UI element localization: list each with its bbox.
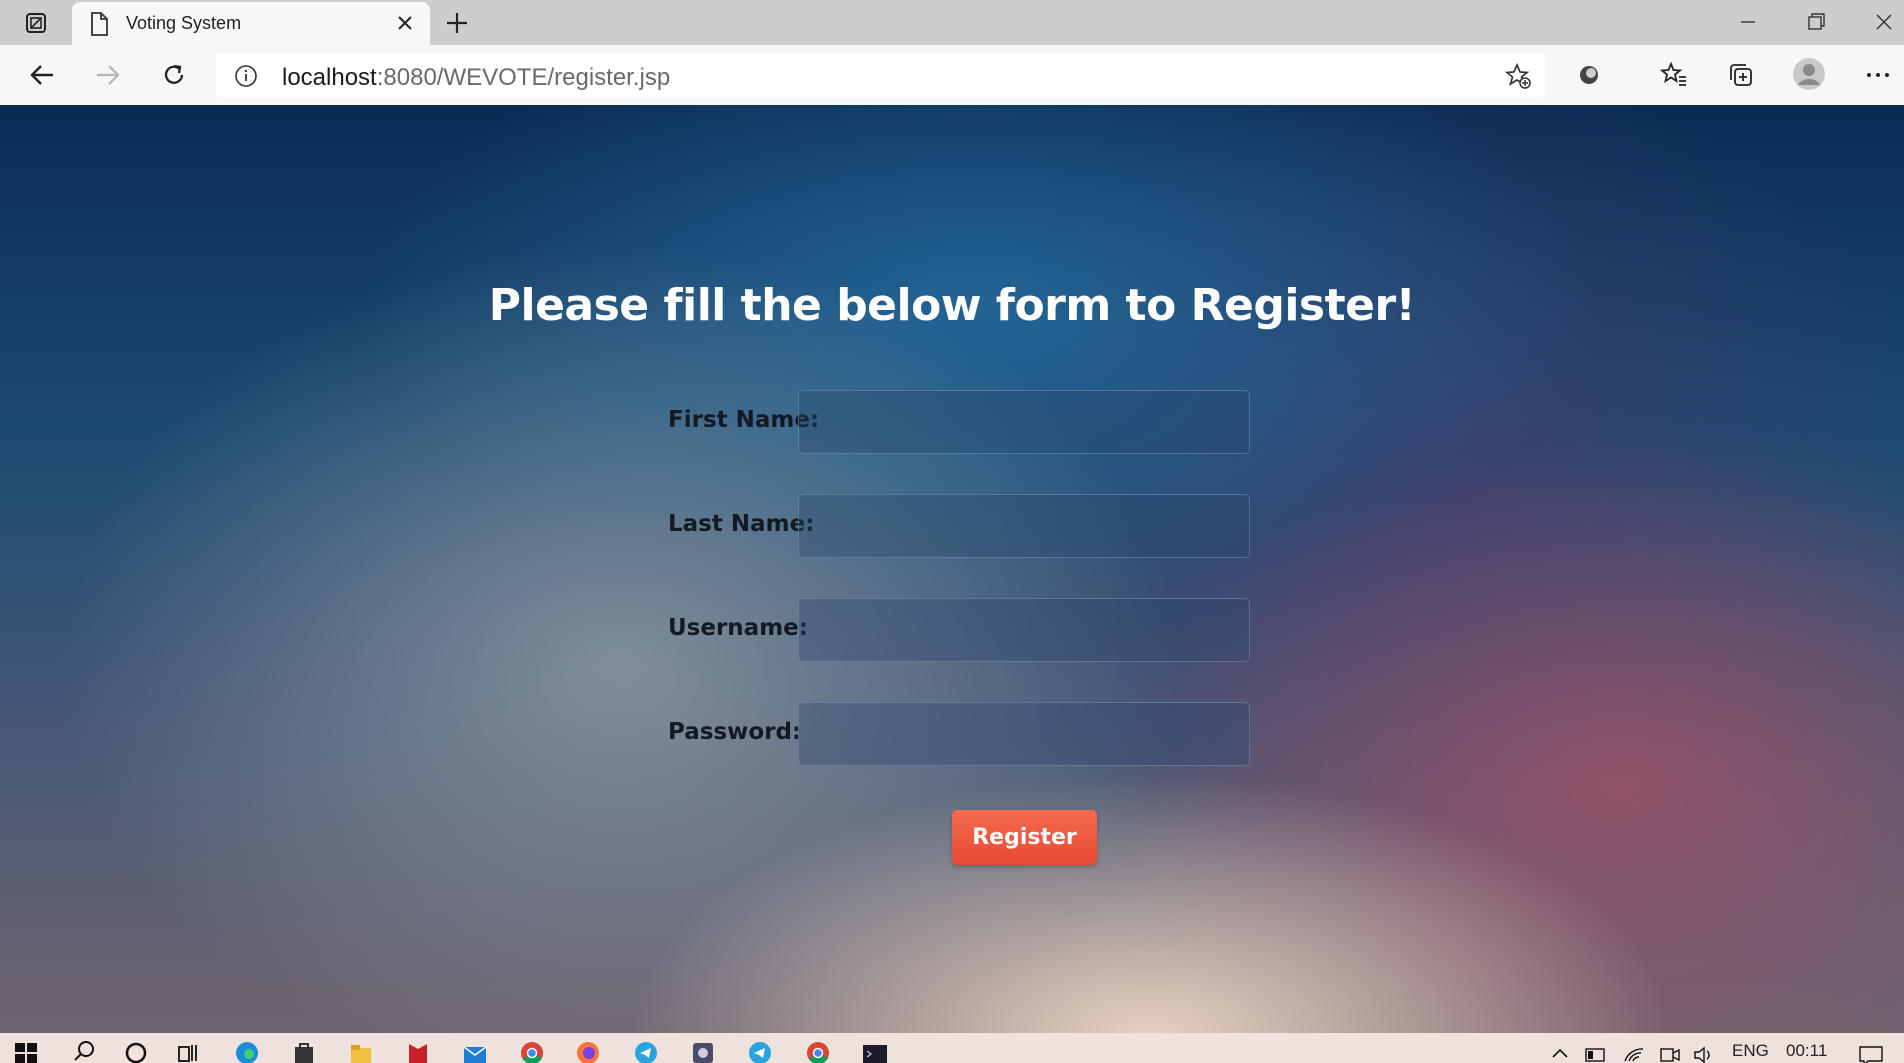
collections-icon[interactable] <box>1727 61 1755 89</box>
mail-icon[interactable] <box>462 1039 487 1063</box>
tab-title: Voting System <box>126 13 242 33</box>
meet-now-icon[interactable] <box>1658 1039 1682 1063</box>
file-explorer-icon[interactable] <box>349 1039 373 1063</box>
extension-icon[interactable] <box>1575 61 1603 89</box>
forward-arrow-icon[interactable] <box>94 61 122 89</box>
battery-icon[interactable] <box>1584 1039 1608 1063</box>
last-name-input[interactable] <box>798 494 1250 558</box>
favorites-icon[interactable] <box>1659 61 1688 89</box>
telegram-desktop-icon[interactable] <box>748 1039 772 1063</box>
url-text[interactable]: localhost:8080/WEVOTE/register.jsp <box>282 64 670 92</box>
first-name-input[interactable] <box>798 390 1250 454</box>
refresh-icon[interactable] <box>160 61 188 89</box>
store-icon[interactable] <box>292 1039 316 1063</box>
chrome-alt-icon[interactable] <box>806 1039 830 1063</box>
tab-strip: Voting System <box>0 0 1904 45</box>
username-label: Username: <box>668 615 808 641</box>
tab-actions-icon[interactable] <box>12 8 60 38</box>
chrome-icon[interactable] <box>520 1039 544 1063</box>
wifi-icon[interactable] <box>1622 1039 1646 1063</box>
password-label: Password: <box>668 719 802 745</box>
address-bar[interactable]: localhost:8080/WEVOTE/register.jsp <box>216 53 1546 97</box>
mcafee-icon[interactable] <box>406 1039 430 1063</box>
language-indicator[interactable]: ENG <box>1732 1041 1769 1061</box>
window-close-icon[interactable] <box>1871 9 1897 35</box>
notification-icon[interactable] <box>1858 1039 1883 1063</box>
back-arrow-icon[interactable] <box>28 61 56 89</box>
volume-icon[interactable] <box>1692 1039 1716 1063</box>
browser-toolbar: localhost:8080/WEVOTE/register.jsp <box>0 45 1904 106</box>
first-name-label: First Name: <box>668 407 820 433</box>
task-view-icon[interactable] <box>176 1039 200 1063</box>
profile-avatar-icon[interactable] <box>1792 57 1826 91</box>
edge-icon[interactable] <box>234 1039 258 1063</box>
register-page: Please fill the below form to Register! … <box>0 105 1904 1033</box>
app-icon[interactable] <box>691 1039 715 1063</box>
minimize-icon[interactable] <box>1735 9 1761 35</box>
plus-icon[interactable] <box>444 10 470 36</box>
telegram-icon[interactable] <box>634 1039 658 1063</box>
start-icon[interactable] <box>14 1039 38 1063</box>
star-plus-icon[interactable] <box>1504 62 1532 95</box>
browser-tab[interactable]: Voting System <box>72 2 430 45</box>
clock[interactable]: 00:11 <box>1786 1041 1827 1061</box>
page-icon <box>90 12 108 41</box>
last-name-label: Last Name: <box>668 511 815 537</box>
firefox-icon[interactable] <box>576 1039 600 1063</box>
chevron-up-icon[interactable] <box>1548 1039 1572 1063</box>
close-icon[interactable] <box>396 14 414 37</box>
more-icon[interactable] <box>1864 61 1892 89</box>
url-path: :8080/WEVOTE/register.jsp <box>376 64 671 91</box>
search-icon[interactable] <box>72 1039 96 1063</box>
taskbar: ENG 00:11 <box>0 1033 1904 1063</box>
password-input[interactable] <box>798 702 1250 766</box>
register-button[interactable]: Register <box>952 810 1097 865</box>
terminal-icon[interactable] <box>862 1039 887 1063</box>
restore-icon[interactable] <box>1803 9 1829 35</box>
url-host: localhost <box>282 64 377 91</box>
username-input[interactable] <box>798 598 1250 662</box>
cortana-icon[interactable] <box>124 1039 148 1063</box>
page-title: Please fill the below form to Register! <box>488 280 1416 331</box>
info-icon[interactable] <box>234 64 258 93</box>
